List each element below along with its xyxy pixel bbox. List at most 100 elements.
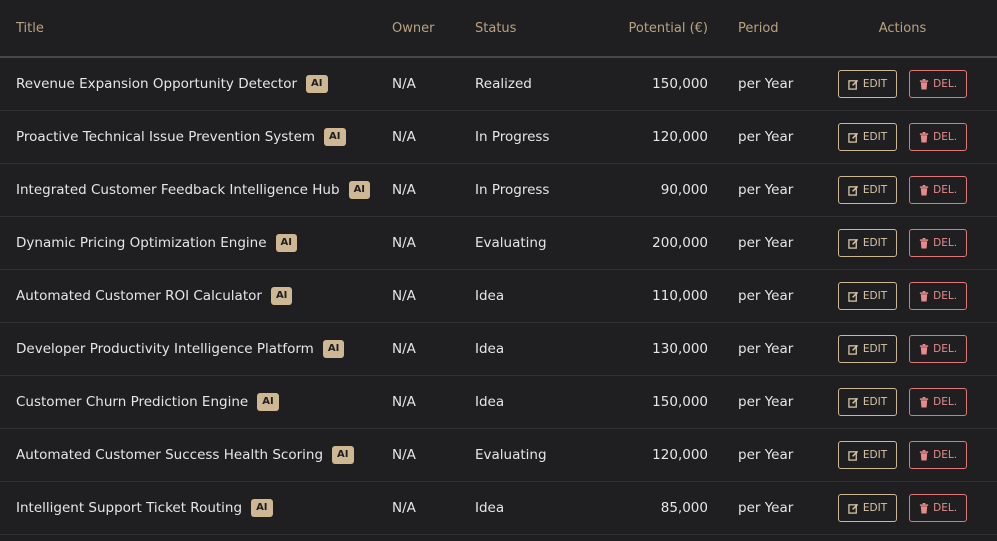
table-row: Revenue Expansion Opportunity Detector A… <box>0 58 997 111</box>
edit-label: EDIT <box>862 184 888 196</box>
delete-button[interactable]: DEL. <box>909 388 968 416</box>
header-status[interactable]: Status <box>475 21 590 36</box>
row-period: per Year <box>738 394 794 410</box>
delete-button[interactable]: DEL. <box>909 176 968 204</box>
edit-label: EDIT <box>862 237 888 249</box>
edit-button[interactable]: EDIT <box>837 123 898 151</box>
ai-badge: AI <box>275 234 298 252</box>
table-row: Customer Churn Prediction Engine AI N/A … <box>0 376 997 429</box>
row-title[interactable]: Integrated Customer Feedback Intelligenc… <box>16 182 340 198</box>
row-owner: N/A <box>392 341 416 357</box>
trash-icon <box>919 131 929 143</box>
row-title[interactable]: Intelligent Support Ticket Routing <box>16 500 242 516</box>
row-owner: N/A <box>392 500 416 516</box>
delete-button[interactable]: DEL. <box>909 282 968 310</box>
row-status: Realized <box>475 76 532 92</box>
row-title[interactable]: Dynamic Pricing Optimization Engine <box>16 235 267 251</box>
delete-button[interactable]: DEL. <box>909 441 968 469</box>
delete-label: DEL. <box>933 131 958 143</box>
row-potential: 200,000 <box>652 235 708 251</box>
header-period[interactable]: Period <box>708 21 808 36</box>
row-status: Idea <box>475 394 505 410</box>
row-status: Evaluating <box>475 447 547 463</box>
edit-icon <box>848 185 859 196</box>
edit-button[interactable]: EDIT <box>837 335 898 363</box>
row-potential: 150,000 <box>652 76 708 92</box>
edit-icon <box>848 132 859 143</box>
delete-label: DEL. <box>933 343 958 355</box>
edit-label: EDIT <box>862 131 888 143</box>
edit-icon <box>848 238 859 249</box>
ai-badge: AI <box>270 287 293 305</box>
edit-icon <box>848 344 859 355</box>
table-row: Integrated Customer Feedback Intelligenc… <box>0 164 997 217</box>
edit-button[interactable]: EDIT <box>837 70 898 98</box>
ai-badge: AI <box>332 446 354 464</box>
row-title[interactable]: Developer Productivity Intelligence Plat… <box>16 341 314 357</box>
title-cell: Automated Customer ROI Calculator AI <box>0 287 392 305</box>
row-actions: EDIT DEL. <box>808 229 997 257</box>
edit-label: EDIT <box>862 396 888 408</box>
edit-button[interactable]: EDIT <box>837 229 898 257</box>
row-title[interactable]: Automated Customer ROI Calculator <box>16 288 262 304</box>
edit-label: EDIT <box>862 502 888 514</box>
edit-button[interactable]: EDIT <box>837 388 898 416</box>
edit-icon <box>848 450 859 461</box>
row-actions: EDIT DEL. <box>808 441 997 469</box>
ai-badge: AI <box>251 499 273 517</box>
row-potential: 130,000 <box>652 341 708 357</box>
delete-label: DEL. <box>933 502 958 514</box>
table-row: Intelligent Support Ticket Routing AI N/… <box>0 482 997 535</box>
row-period: per Year <box>738 288 794 304</box>
row-title[interactable]: Revenue Expansion Opportunity Detector <box>16 76 297 92</box>
edit-button[interactable]: EDIT <box>837 176 898 204</box>
row-status: Idea <box>475 288 505 304</box>
row-owner: N/A <box>392 394 416 410</box>
title-cell: Proactive Technical Issue Prevention Sys… <box>0 128 392 146</box>
trash-icon <box>919 449 929 461</box>
edit-button[interactable]: EDIT <box>837 282 898 310</box>
row-status: Evaluating <box>475 235 547 251</box>
edit-button[interactable]: EDIT <box>837 441 898 469</box>
delete-button[interactable]: DEL. <box>909 229 968 257</box>
edit-button[interactable]: EDIT <box>837 494 898 522</box>
row-potential: 85,000 <box>660 500 708 516</box>
row-period: per Year <box>738 182 794 198</box>
header-title[interactable]: Title <box>0 21 392 36</box>
header-owner[interactable]: Owner <box>392 21 475 36</box>
delete-button[interactable]: DEL. <box>909 494 968 522</box>
delete-button[interactable]: DEL. <box>909 335 968 363</box>
ai-badge: AI <box>324 128 346 146</box>
delete-label: DEL. <box>933 237 958 249</box>
title-cell: Dynamic Pricing Optimization Engine AI <box>0 234 392 252</box>
row-title[interactable]: Proactive Technical Issue Prevention Sys… <box>16 129 315 145</box>
row-owner: N/A <box>392 235 416 251</box>
row-title[interactable]: Customer Churn Prediction Engine <box>16 394 248 410</box>
row-period: per Year <box>738 76 794 92</box>
row-owner: N/A <box>392 288 416 304</box>
delete-button[interactable]: DEL. <box>909 123 968 151</box>
row-actions: EDIT DEL. <box>808 335 997 363</box>
table-row: Automated Customer Success Health Scorin… <box>0 429 997 482</box>
delete-label: DEL. <box>933 396 958 408</box>
row-period: per Year <box>738 500 794 516</box>
ideas-table: Title Owner Status Potential (€) Period … <box>0 0 997 535</box>
header-potential[interactable]: Potential (€) <box>590 21 709 36</box>
row-owner: N/A <box>392 447 416 463</box>
edit-icon <box>848 397 859 408</box>
row-title[interactable]: Automated Customer Success Health Scorin… <box>16 447 323 463</box>
row-status: In Progress <box>475 129 550 145</box>
ai-badge: AI <box>348 181 371 199</box>
ai-badge: AI <box>322 340 345 358</box>
delete-label: DEL. <box>933 184 958 196</box>
title-cell: Developer Productivity Intelligence Plat… <box>0 340 392 358</box>
row-actions: EDIT DEL. <box>808 123 997 151</box>
row-owner: N/A <box>392 76 416 92</box>
table-row: Proactive Technical Issue Prevention Sys… <box>0 111 997 164</box>
row-owner: N/A <box>392 182 416 198</box>
table-header: Title Owner Status Potential (€) Period … <box>0 0 997 58</box>
delete-button[interactable]: DEL. <box>909 70 968 98</box>
edit-label: EDIT <box>862 78 888 90</box>
row-actions: EDIT DEL. <box>808 70 997 98</box>
row-period: per Year <box>738 447 794 463</box>
